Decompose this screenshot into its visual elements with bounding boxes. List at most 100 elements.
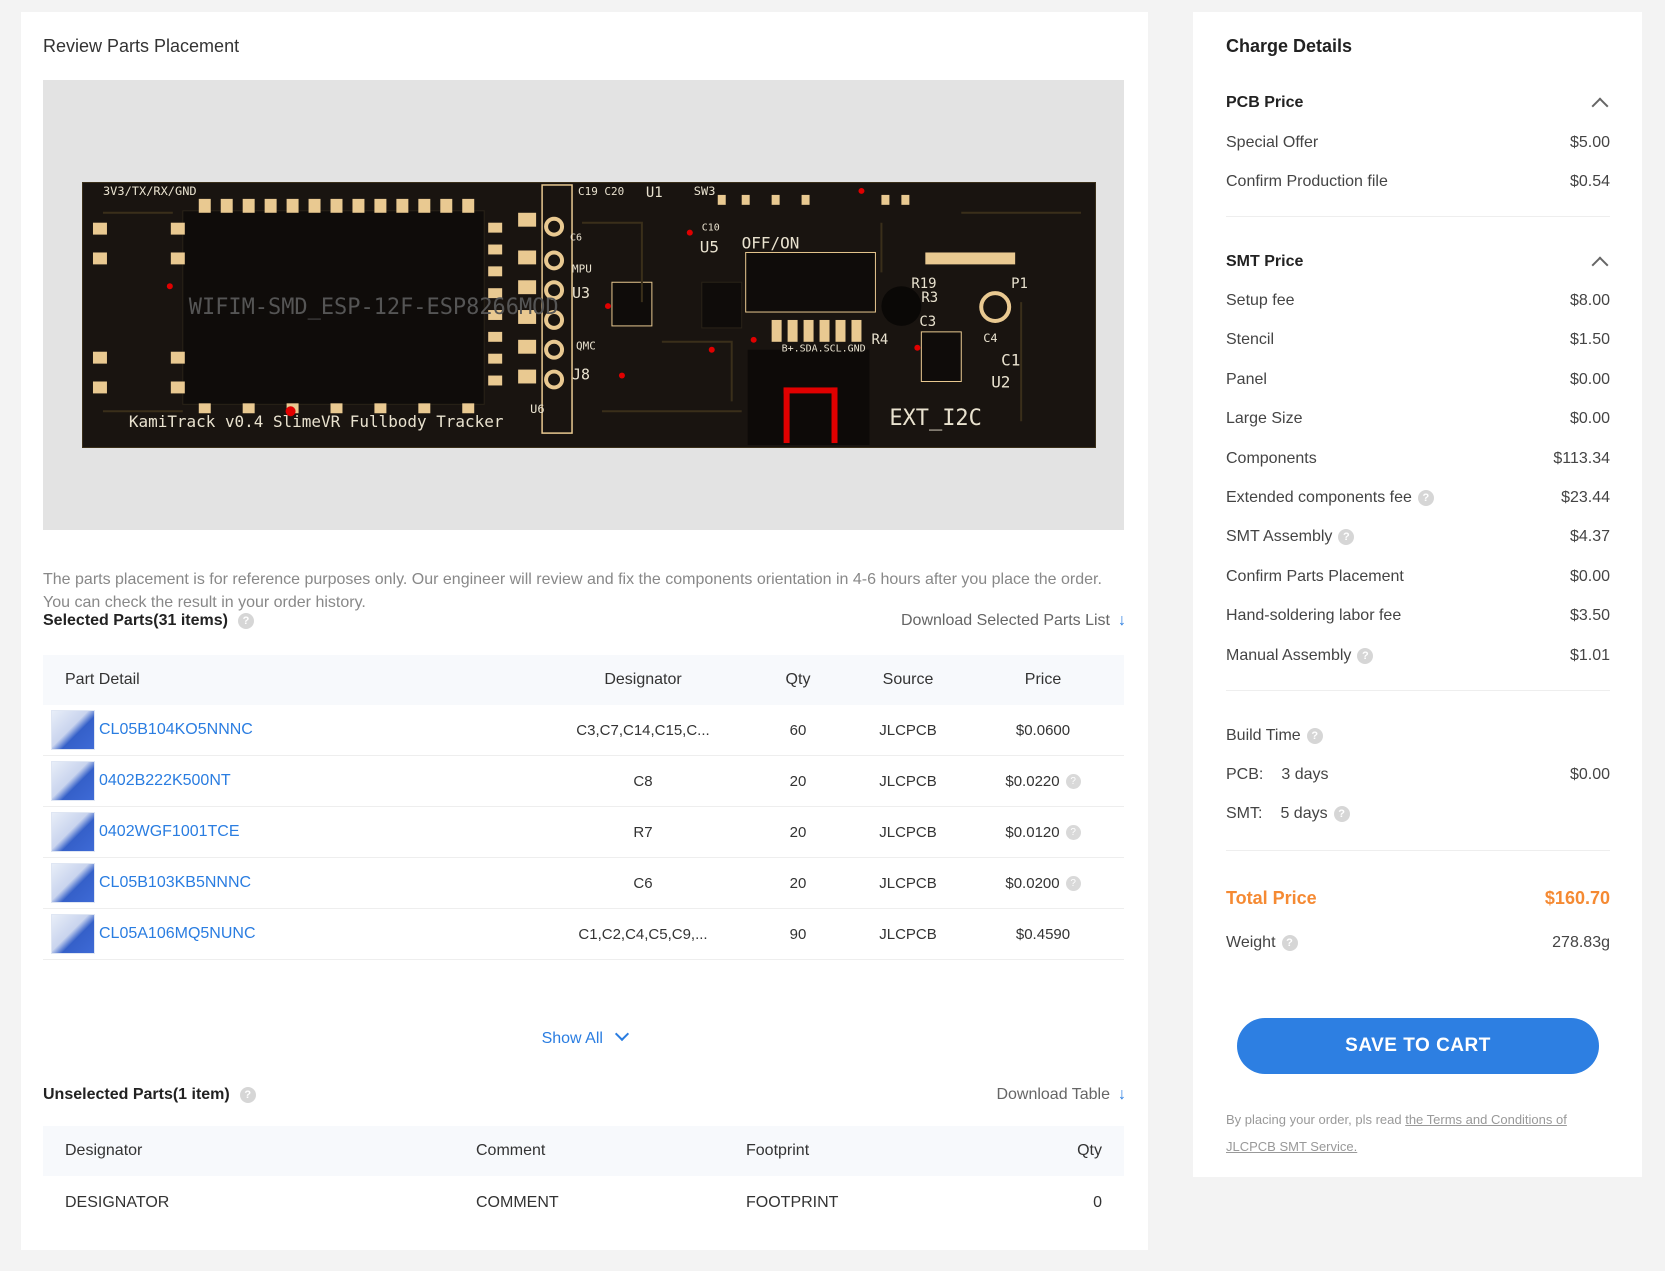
designator-cell: C8 [633, 772, 653, 790]
price-cell: $0.0120? [963, 824, 1123, 841]
divider [1226, 690, 1610, 691]
charge-value: $0.54 [1569, 173, 1610, 190]
pcb-label-c1: C1 [1001, 351, 1020, 370]
pcb-preview: 3V3/TX/RX/GND WIFIM-SMD_ESP-12F-ESP8266M… [43, 80, 1124, 530]
pcb-label-r3: R3 [921, 290, 938, 306]
help-icon[interactable]: ? [239, 1087, 256, 1103]
charge-value: $3.50 [1569, 607, 1610, 624]
part-thumbnail[interactable] [51, 863, 95, 903]
part-thumbnail[interactable] [51, 812, 95, 852]
help-icon[interactable]: ? [1333, 806, 1350, 822]
designator-cell: C1,C2,C4,C5,C9,... [578, 925, 708, 943]
selected-parts-label: Selected Parts(31 items) [43, 612, 228, 629]
charge-label: Components [1226, 450, 1317, 467]
charge-line: Panel $0.00 [1226, 371, 1610, 389]
terms-text: By placing your order, pls read the Term… [1226, 1106, 1606, 1160]
header-designator: Designator [604, 671, 682, 688]
source-cell: JLCPCB [879, 721, 937, 739]
pcb-label-u2: U2 [991, 372, 1010, 391]
charge-label: Extended components fee [1226, 489, 1412, 506]
price-value: $0.0220 [1005, 772, 1060, 790]
chevron-up-icon[interactable] [1591, 97, 1609, 115]
table-header: Designator Comment Footprint Qty [43, 1126, 1124, 1176]
source-cell: JLCPCB [879, 772, 937, 790]
part-thumbnail[interactable] [51, 710, 95, 750]
part-link[interactable]: 0402B222K500NT [99, 772, 231, 790]
part-link[interactable]: CL05B103KB5NNNC [99, 874, 251, 892]
charge-label: Stencil [1226, 331, 1275, 348]
help-icon[interactable]: ? [1357, 648, 1374, 664]
pcb-price-header[interactable]: PCB Price [1226, 94, 1610, 115]
download-selected-parts-link[interactable]: Download Selected Parts List ↓ [901, 612, 1126, 630]
pcb-label-tracker: KamiTrack v0.4 SlimeVR Fullbody Tracker [129, 412, 504, 431]
pcb-label-r4: R4 [871, 332, 888, 348]
charge-value: $0.00 [1569, 410, 1610, 427]
charge-line: Stencil $1.50 [1226, 331, 1610, 349]
save-to-cart-button[interactable]: SAVE TO CART [1237, 1018, 1599, 1074]
table-row: 0402B222K500NT C8 20 JLCPCB $0.0220? [43, 756, 1124, 807]
pcb-build-line: PCB: 3 days $0.00 [1226, 766, 1610, 784]
help-icon[interactable]: ? [1417, 490, 1434, 506]
help-icon[interactable]: ? [1065, 876, 1081, 892]
help-icon[interactable]: ? [1281, 935, 1298, 951]
pcb-label-u5: U5 [700, 238, 719, 257]
charge-value: $1.50 [1569, 331, 1610, 348]
charge-line: Setup fee $8.00 [1226, 292, 1610, 310]
pcb-label-c6: C6 [570, 233, 582, 244]
divider [1226, 216, 1610, 217]
footprint-cell: FOOTPRINT [746, 1194, 839, 1211]
smt-price-header[interactable]: SMT Price [1226, 253, 1610, 274]
designator-cell: DESIGNATOR [65, 1194, 170, 1211]
header-designator: Designator [65, 1142, 143, 1159]
part-link[interactable]: CL05B104KO5NNNC [99, 721, 253, 739]
help-icon[interactable]: ? [1306, 728, 1323, 744]
pcb-label-j8: J8 [572, 366, 590, 384]
header-comment: Comment [476, 1142, 546, 1159]
charge-line: Special Offer $5.00 [1226, 134, 1610, 152]
qty-cell: 0 [1093, 1194, 1102, 1211]
price-cell: $0.0220? [963, 773, 1123, 790]
charge-label: Panel [1226, 371, 1267, 388]
selected-parts-table: Part Detail Designator Qty Source Price … [43, 655, 1124, 960]
part-link[interactable]: 0402WGF1001TCE [99, 823, 240, 841]
chevron-up-icon[interactable] [1591, 256, 1609, 274]
selected-parts-title: Selected Parts(31 items) ? [43, 612, 254, 630]
charge-label: Setup fee [1226, 292, 1295, 309]
charge-line: Hand-soldering labor fee $3.50 [1226, 607, 1610, 625]
table-row: CL05A106MQ5NUNC C1,C2,C4,C5,C9,... 90 JL… [43, 909, 1124, 960]
table-row: 0402WGF1001TCE R7 20 JLCPCB $0.0120? [43, 807, 1124, 858]
help-icon[interactable]: ? [237, 613, 254, 629]
source-cell: JLCPCB [879, 823, 937, 841]
header-source: Source [882, 671, 934, 688]
pcb-build-label: PCB: [1226, 766, 1264, 783]
header-qty: Qty [785, 671, 811, 688]
table-header: Part Detail Designator Qty Source Price [43, 655, 1124, 705]
pcb-label-p1: P1 [1011, 276, 1028, 292]
part-link[interactable]: CL05A106MQ5NUNC [99, 925, 256, 943]
pcb-label-qmc: QMC [576, 340, 596, 353]
designator-cell: C3,C7,C14,C15,C... [576, 721, 710, 739]
pcb-label-c4: C4 [983, 331, 997, 345]
charge-value: $1.01 [1569, 647, 1610, 664]
help-icon[interactable]: ? [1065, 774, 1081, 790]
pcb-board-image: 3V3/TX/RX/GND WIFIM-SMD_ESP-12F-ESP8266M… [82, 182, 1096, 448]
smt-build-line: SMT: 5 days? [1226, 805, 1610, 823]
charge-value: $0.00 [1569, 371, 1610, 388]
total-price-line: Total Price $160.70 [1226, 888, 1610, 909]
show-all-button[interactable]: Show All [21, 1026, 1148, 1048]
part-thumbnail[interactable] [51, 914, 95, 954]
help-icon[interactable]: ? [1065, 825, 1081, 841]
designator-cell: R7 [633, 823, 653, 841]
part-thumbnail[interactable] [51, 761, 95, 801]
charge-value: $23.44 [1561, 489, 1610, 506]
download-selected-label: Download Selected Parts List [901, 612, 1110, 629]
help-icon[interactable]: ? [1338, 529, 1355, 545]
pcb-label-module: WIFIM-SMD_ESP-12F-ESP8266MOD [189, 295, 559, 320]
qty-cell: 90 [789, 925, 807, 943]
pcb-label-mpu: MPU [572, 262, 592, 275]
charge-label: Large Size [1226, 410, 1303, 427]
download-table-label: Download Table [996, 1086, 1110, 1103]
charge-label: Confirm Parts Placement [1226, 568, 1404, 585]
charge-line: Large Size $0.00 [1226, 410, 1610, 428]
download-table-link[interactable]: Download Table ↓ [996, 1086, 1126, 1104]
